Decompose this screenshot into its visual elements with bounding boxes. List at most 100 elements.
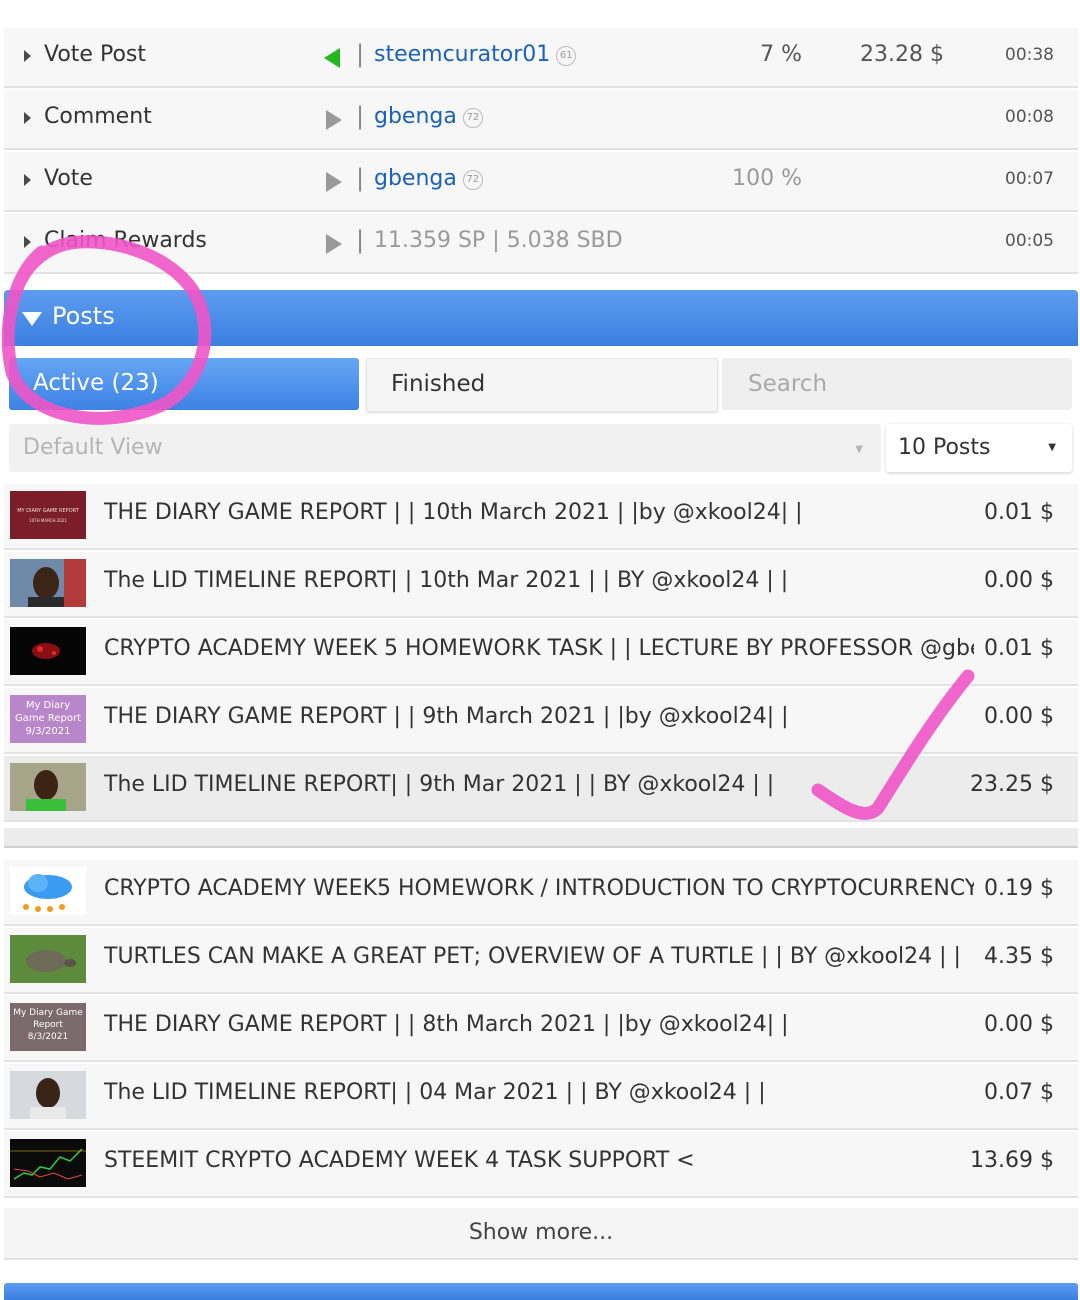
post-row[interactable]: CRYPTO ACADEMY WEEK5 HOMEWORK / INTRODUC… (4, 860, 1078, 926)
post-payout: 0.00 $ (978, 568, 1054, 593)
tab-active[interactable]: Active (23) (9, 358, 359, 410)
thumbnail-caption: MY DIARY GAME REPORT (17, 508, 80, 514)
activity-type: Comment (44, 104, 152, 129)
incoming-vote-arrow-icon (324, 48, 340, 68)
user-link[interactable]: steemcurator01 61 (374, 42, 577, 67)
username[interactable]: steemcurator01 (374, 42, 550, 67)
next-panel-header[interactable] (4, 1283, 1078, 1300)
expand-caret-icon[interactable] (24, 50, 31, 62)
post-payout: 0.01 $ (978, 500, 1054, 525)
separator: | (356, 40, 365, 68)
expand-caret-icon[interactable] (24, 174, 31, 186)
activity-type: Vote (44, 166, 93, 191)
activity-row-claim-rewards[interactable]: Claim Rewards | 11.359 SP | 5.038 SBD 00… (4, 214, 1078, 274)
claim-amounts: 11.359 SP | 5.038 SBD (374, 228, 623, 253)
post-row[interactable]: The LID TIMELINE REPORT| | 04 Mar 2021 |… (4, 1064, 1078, 1130)
cloud-thumbnail-image (23, 874, 72, 912)
expand-caret-icon[interactable] (24, 236, 31, 248)
activity-time: 00:05 (1005, 231, 1054, 251)
show-more-button[interactable]: Show more... (4, 1208, 1078, 1260)
post-payout: 0.00 $ (978, 1012, 1054, 1037)
vote-percent: 7 % (760, 42, 802, 67)
search-box[interactable] (722, 358, 1072, 410)
post-thumbnail[interactable] (10, 763, 86, 811)
selfie-thumbnail-image (10, 763, 86, 811)
list-divider (4, 828, 1078, 848)
activity-time: 00:07 (1005, 169, 1054, 189)
activity-row-vote[interactable]: Vote | gbenga 72 100 % 00:07 (4, 152, 1078, 212)
selfie-thumbnail-image (10, 559, 86, 607)
separator: | (356, 164, 365, 192)
collapse-triangle-icon[interactable] (22, 312, 42, 326)
post-thumbnail[interactable] (10, 1071, 86, 1119)
thumbnail-caption: My Diary Game Report 8/3/2021 (13, 1008, 83, 1042)
post-row[interactable]: My Diary Game Report 8/3/2021 THE DIARY … (4, 996, 1078, 1062)
post-title[interactable]: THE DIARY GAME REPORT | | 9th March 2021… (104, 704, 974, 729)
post-thumbnail[interactable]: My Diary Game Report 9/3/2021 (10, 695, 86, 743)
outgoing-arrow-icon (326, 234, 342, 254)
posts-panel-title: Posts (52, 302, 115, 330)
post-row-highlighted[interactable]: The LID TIMELINE REPORT| | 9th Mar 2021 … (4, 756, 1078, 822)
post-payout: 23.25 $ (964, 772, 1054, 797)
post-thumbnail[interactable] (10, 627, 86, 675)
post-title[interactable]: CRYPTO ACADEMY WEEK 5 HOMEWORK TASK | | … (104, 636, 974, 661)
tab-finished-label: Finished (391, 371, 486, 397)
view-select-value: Default View (23, 435, 163, 460)
activity-type: Vote Post (44, 42, 146, 67)
expand-caret-icon[interactable] (24, 112, 31, 124)
view-select[interactable]: Default View ▼ (9, 424, 881, 472)
post-payout: 0.01 $ (978, 636, 1054, 661)
turtle-thumbnail-image (10, 935, 86, 983)
post-thumbnail[interactable] (10, 935, 86, 983)
chart-thumbnail-image (10, 1139, 86, 1187)
post-title[interactable]: THE DIARY GAME REPORT | | 8th March 2021… (104, 1012, 974, 1037)
post-thumbnail[interactable] (10, 559, 86, 607)
post-count-select[interactable]: 10 Posts ▼ (886, 424, 1072, 472)
user-link[interactable]: gbenga 72 (374, 104, 483, 129)
post-payout: 13.69 $ (964, 1148, 1054, 1173)
post-thumbnail[interactable] (10, 1139, 86, 1187)
reputation-badge: 61 (556, 46, 577, 66)
username[interactable]: gbenga (374, 104, 457, 129)
post-title[interactable]: The LID TIMELINE REPORT| | 9th Mar 2021 … (104, 772, 974, 797)
reputation-badge: 72 (462, 108, 483, 128)
diary-thumbnail-image: MY DIARY GAME REPORT 10TH MARCH 2021 (17, 508, 80, 523)
outgoing-arrow-icon (326, 110, 342, 130)
thumbnail-caption: My Diary Game Report 9/3/2021 (14, 700, 82, 737)
post-title[interactable]: THE DIARY GAME REPORT | | 10th March 202… (104, 500, 974, 525)
post-payout: 0.00 $ (978, 704, 1054, 729)
posts-panel-header[interactable]: Posts (4, 290, 1078, 346)
separator: | (356, 226, 365, 254)
vote-percent: 100 % (732, 166, 802, 191)
crypto-thumbnail-image (10, 627, 86, 675)
post-payout: 0.07 $ (978, 1080, 1054, 1105)
user-link[interactable]: gbenga 72 (374, 166, 483, 191)
username[interactable]: gbenga (374, 166, 457, 191)
tab-active-label: Active (23) (33, 370, 159, 396)
post-row[interactable]: The LID TIMELINE REPORT| | 10th Mar 2021… (4, 552, 1078, 618)
post-title[interactable]: TURTLES CAN MAKE A GREAT PET; OVERVIEW O… (104, 944, 974, 969)
reputation-badge: 72 (462, 170, 483, 190)
post-title[interactable]: The LID TIMELINE REPORT| | 10th Mar 2021… (104, 568, 974, 593)
activity-type: Claim Rewards (44, 228, 207, 253)
tab-finished[interactable]: Finished (366, 358, 718, 412)
post-thumbnail[interactable]: My Diary Game Report 8/3/2021 (10, 1003, 86, 1051)
activity-time: 00:38 (1005, 45, 1054, 65)
post-row[interactable]: My Diary Game Report 9/3/2021 THE DIARY … (4, 688, 1078, 754)
search-input[interactable] (722, 358, 1072, 410)
post-row[interactable]: STEEMIT CRYPTO ACADEMY WEEK 4 TASK SUPPO… (4, 1132, 1078, 1198)
activity-row-comment[interactable]: Comment | gbenga 72 00:08 (4, 90, 1078, 150)
activity-row-vote-post[interactable]: Vote Post | steemcurator01 61 7 % 23.28 $… (4, 28, 1078, 88)
post-row[interactable]: MY DIARY GAME REPORT 10TH MARCH 2021 THE… (4, 484, 1078, 550)
post-payout: 4.35 $ (978, 944, 1054, 969)
post-title[interactable]: STEEMIT CRYPTO ACADEMY WEEK 4 TASK SUPPO… (104, 1148, 974, 1173)
post-title[interactable]: CRYPTO ACADEMY WEEK5 HOMEWORK / INTRODUC… (104, 876, 974, 901)
post-thumbnail[interactable] (10, 867, 86, 915)
post-row[interactable]: CRYPTO ACADEMY WEEK 5 HOMEWORK TASK | | … (4, 620, 1078, 686)
post-row[interactable]: TURTLES CAN MAKE A GREAT PET; OVERVIEW O… (4, 928, 1078, 994)
dropdown-arrow-icon: ▼ (1048, 442, 1056, 453)
post-payout: 0.19 $ (978, 876, 1054, 901)
separator: | (356, 102, 365, 130)
post-title[interactable]: The LID TIMELINE REPORT| | 04 Mar 2021 |… (104, 1080, 974, 1105)
post-thumbnail[interactable]: MY DIARY GAME REPORT 10TH MARCH 2021 (10, 491, 86, 539)
